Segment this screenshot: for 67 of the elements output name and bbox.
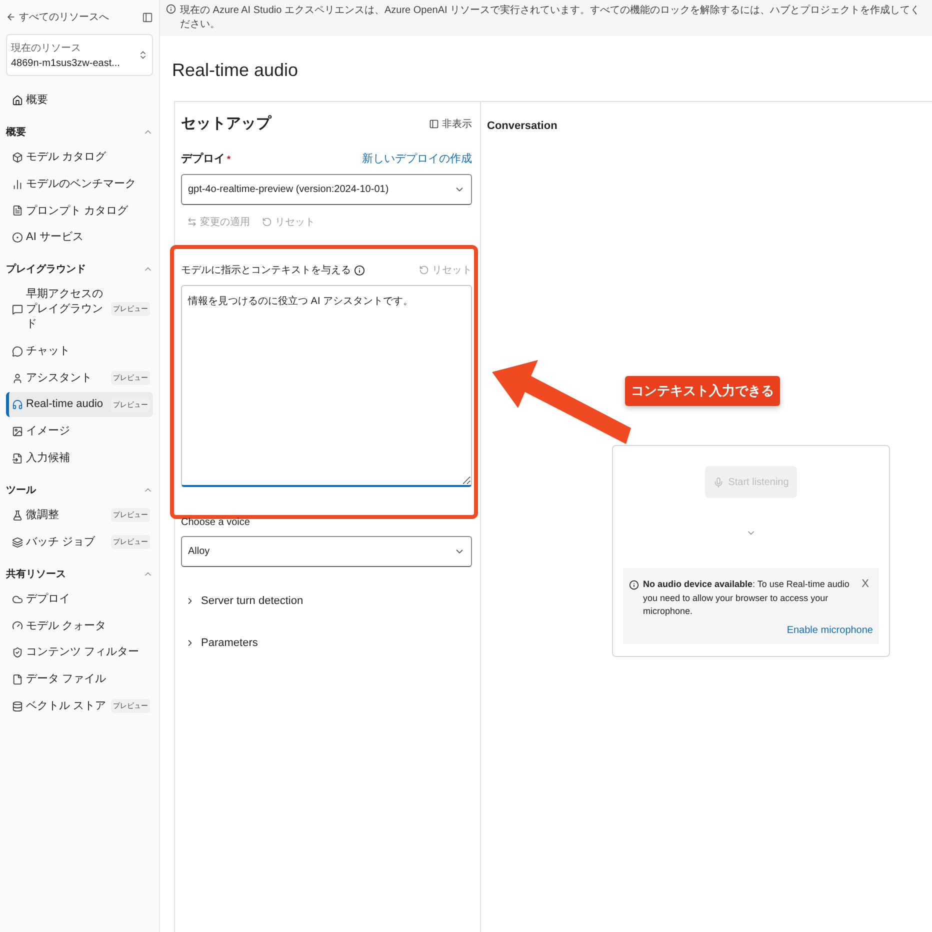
cube-icon bbox=[12, 152, 23, 163]
cloud-icon bbox=[12, 594, 23, 605]
document-icon bbox=[12, 453, 23, 464]
system-message-field[interactable]: 情報を見つけるのに役立つ AI アシスタントです。 bbox=[181, 285, 472, 487]
section-header[interactable]: ツール bbox=[6, 472, 153, 501]
collapse-sidebar-icon[interactable] bbox=[142, 12, 153, 22]
headphones-icon bbox=[12, 399, 23, 410]
voice-label: Choose a voice bbox=[181, 517, 251, 528]
chat-icon bbox=[12, 304, 23, 315]
sidebar-item[interactable]: AI サービス bbox=[6, 225, 153, 250]
back-link[interactable]: すべてのリソースへ bbox=[6, 10, 109, 24]
conversation-title: Conversation bbox=[487, 120, 558, 132]
sidebar-item[interactable]: イメージ bbox=[6, 419, 153, 444]
microphone-icon bbox=[713, 476, 724, 488]
arrow-left-icon bbox=[6, 12, 16, 22]
section-header[interactable]: 概要 bbox=[6, 114, 153, 143]
file-icon bbox=[12, 674, 23, 686]
sidebar-item[interactable]: 入力候補 bbox=[6, 446, 153, 471]
accordion-header[interactable]: Parameters bbox=[181, 637, 472, 649]
gauge-icon bbox=[12, 620, 23, 632]
sidebar-item[interactable]: コンテンツ フィルター bbox=[6, 640, 153, 666]
sidebar-item[interactable]: モデルのベンチマーク bbox=[6, 172, 153, 197]
circle-icon bbox=[12, 232, 23, 244]
home-icon bbox=[12, 94, 23, 106]
notice-text: No audio device available: To use Real-time audio you need to allow your browser to access your microphone. bbox=[643, 578, 850, 618]
voice-dropdown[interactable]: Alloy bbox=[181, 536, 472, 567]
chat-bubble-icon bbox=[12, 346, 23, 357]
panel-icon bbox=[429, 118, 439, 128]
resource-selector[interactable]: 現在のリソース 4869n-m1sus3zw-east... bbox=[6, 34, 153, 76]
hide-button[interactable]: 非表示 bbox=[429, 116, 472, 130]
database-icon bbox=[12, 700, 23, 712]
sidebar-item[interactable]: プロンプト カタログ bbox=[6, 198, 153, 224]
sidebar-item[interactable]: モデル クォータ bbox=[6, 614, 153, 638]
sidebar-item[interactable]: デプロイ bbox=[6, 586, 153, 612]
reset-icon bbox=[419, 265, 429, 275]
info-icon bbox=[166, 4, 176, 14]
document-icon bbox=[12, 205, 23, 216]
reset-icon bbox=[262, 217, 272, 227]
sidebar-item[interactable]: 概要 bbox=[6, 88, 153, 113]
system-message-label: モデルに指示とコンテキストを与える bbox=[181, 263, 365, 277]
deployment-dropdown[interactable]: gpt-4o-realtime-preview (version:2024-10-01) bbox=[181, 174, 472, 205]
sidebar-item[interactable]: モデル カタログ bbox=[6, 144, 153, 170]
layers-icon bbox=[12, 536, 23, 548]
enable-microphone-link[interactable]: Enable microphone bbox=[786, 624, 873, 636]
annotation-callout: コンテキスト入力できる bbox=[625, 376, 780, 406]
page-title: Real-time audio bbox=[172, 60, 300, 81]
accordion-header[interactable]: Server turn detection bbox=[181, 595, 472, 607]
resource-name: 4869n-m1sus3zw-east... bbox=[11, 58, 120, 69]
setup-title: セットアップ bbox=[181, 114, 271, 133]
deploy-label: デプロイ * bbox=[181, 152, 231, 166]
new-deployment-link[interactable]: 新しいデプロイの作成 bbox=[362, 151, 472, 166]
section-header[interactable]: 共有リソース bbox=[6, 556, 153, 585]
section-header[interactable]: プレイグラウンド bbox=[6, 252, 153, 280]
sidebar-item[interactable]: チャット bbox=[6, 338, 153, 364]
close-button[interactable]: X bbox=[858, 578, 873, 590]
shield-check-icon bbox=[12, 647, 23, 658]
banner-text: 現在の Azure AI Studio エクスペリエンスは、Azure OpenAI リソースで実行されています。すべての機能のロックを解除するには、ハブとプロジェクトを作成してください。 bbox=[180, 4, 922, 32]
chevrons-icon bbox=[138, 50, 148, 60]
info-icon bbox=[354, 264, 365, 276]
sidebar-item[interactable]: データ ファイル bbox=[6, 667, 153, 692]
image-icon bbox=[12, 426, 23, 438]
swap-arrows-icon bbox=[187, 217, 197, 227]
chart-icon bbox=[12, 178, 23, 190]
person-icon bbox=[12, 372, 23, 384]
flask-icon bbox=[12, 510, 23, 521]
info-icon bbox=[629, 580, 639, 590]
resource-label: 現在のリソース bbox=[11, 42, 82, 55]
